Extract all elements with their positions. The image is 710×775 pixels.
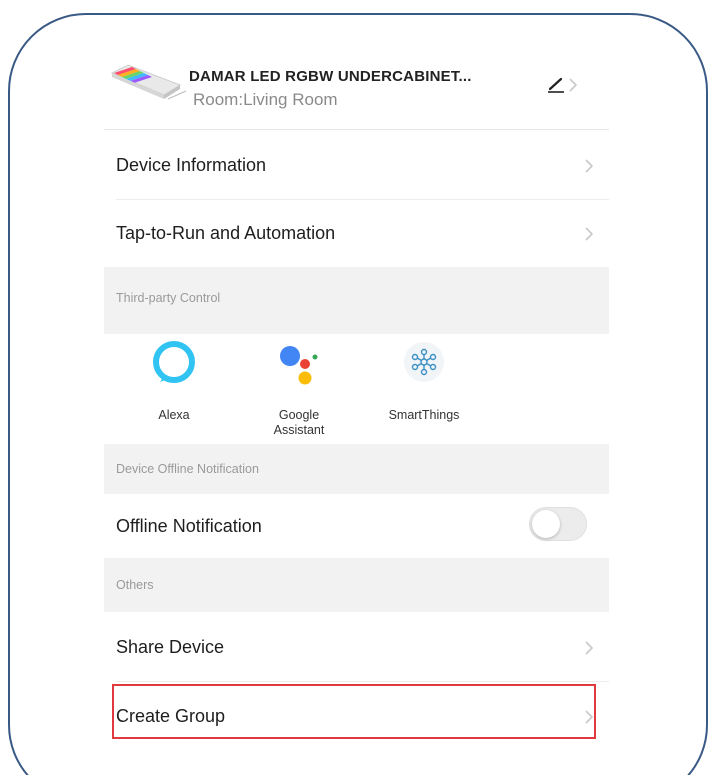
offline-notification-toggle[interactable] bbox=[529, 507, 587, 541]
share-device-label: Share Device bbox=[116, 637, 225, 657]
third-party-section-header: Third-party Control bbox=[104, 267, 609, 334]
chevron-right-icon bbox=[585, 227, 594, 241]
alexa-item[interactable]: Alexa bbox=[114, 334, 234, 444]
alexa-label: Alexa bbox=[158, 408, 190, 422]
smartthings-label: SmartThings bbox=[388, 408, 460, 422]
offline-section-title: Device Offline Notification bbox=[116, 462, 259, 476]
third-party-list: Alexa Google Assistant SmartThings bbox=[104, 334, 609, 444]
alexa-icon bbox=[153, 341, 195, 383]
others-section-header: Others bbox=[104, 558, 609, 612]
device-room: Room:Living Room bbox=[193, 90, 338, 109]
google-assistant-icon bbox=[280, 346, 318, 385]
third-party-section-title: Third-party Control bbox=[116, 291, 221, 305]
led-strip-thumbnail bbox=[110, 64, 187, 100]
offline-notification-label: Offline Notification bbox=[116, 516, 262, 536]
create-group-highlight bbox=[112, 684, 596, 739]
share-device-row[interactable]: Share Device bbox=[104, 612, 609, 682]
edit-pencil-icon[interactable] bbox=[547, 76, 565, 94]
tap-to-run-row[interactable]: Tap-to-Run and Automation bbox=[104, 200, 609, 267]
chevron-right-icon bbox=[569, 78, 578, 92]
chevron-right-icon bbox=[585, 641, 594, 655]
others-section-title: Others bbox=[116, 578, 154, 592]
tap-to-run-label: Tap-to-Run and Automation bbox=[116, 223, 336, 243]
google-assistant-item[interactable]: Google Assistant bbox=[239, 334, 359, 444]
toggle-knob bbox=[532, 510, 560, 538]
smartthings-icon bbox=[404, 342, 444, 382]
device-information-label: Device Information bbox=[116, 155, 267, 175]
smartthings-item[interactable]: SmartThings bbox=[364, 334, 484, 444]
offline-notification-row: Offline Notification bbox=[104, 494, 609, 558]
google-assistant-label: Google Assistant bbox=[273, 408, 325, 437]
chevron-right-icon bbox=[585, 159, 594, 173]
device-name: DAMAR LED RGBW UNDERCABINET... bbox=[189, 68, 472, 85]
device-settings-screen: DAMAR LED RGBW UNDERCABINET... Room:Livi… bbox=[104, 30, 609, 775]
device-information-row[interactable]: Device Information bbox=[104, 130, 609, 200]
offline-section-header: Device Offline Notification bbox=[104, 444, 609, 494]
device-header[interactable]: DAMAR LED RGBW UNDERCABINET... Room:Livi… bbox=[104, 30, 609, 130]
